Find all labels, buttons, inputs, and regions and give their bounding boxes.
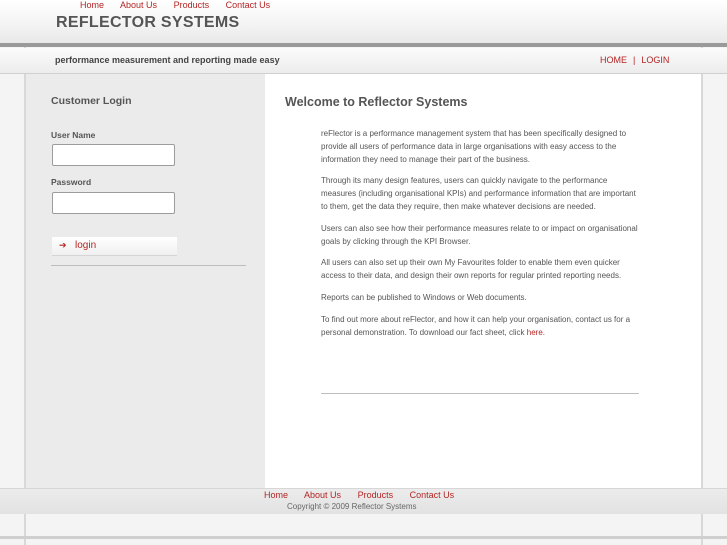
top-nav-products[interactable]: Products <box>174 0 210 10</box>
paragraph-design-features: Through its many design features, users … <box>321 176 636 211</box>
login-button-label: login <box>75 240 97 251</box>
header-divider-bar <box>0 43 727 47</box>
username-input[interactable] <box>52 144 175 166</box>
paragraph-reports: Reports can be published to Windows or W… <box>321 292 527 302</box>
footer-nav-home[interactable]: Home <box>264 490 288 500</box>
paragraph-contact-suffix: . <box>542 327 546 337</box>
login-button[interactable]: ➔ login <box>52 237 177 256</box>
sidebar-divider <box>51 265 246 266</box>
utility-nav: HOME | LOGIN <box>600 55 669 65</box>
footer-nav: Home About Us Products Contact Us <box>264 490 468 500</box>
footer-nav-products[interactable]: Products <box>358 490 394 500</box>
main-content: Welcome to Reflector Systems reFlector i… <box>265 74 701 488</box>
top-nav-home[interactable]: Home <box>80 0 104 10</box>
top-nav: Home About Us Products Contact Us <box>80 0 284 10</box>
footer-nav-about[interactable]: About Us <box>304 490 341 500</box>
utility-nav-home[interactable]: HOME <box>600 55 627 65</box>
bottom-band <box>0 536 727 539</box>
fact-sheet-link[interactable]: here <box>527 328 543 337</box>
page-title: Welcome to Reflector Systems <box>285 95 468 109</box>
paragraph-contact: To find out more about reFlector, and ho… <box>321 314 641 340</box>
site-footer: Home About Us Products Contact Us Copyri… <box>0 488 727 514</box>
utility-nav-separator: | <box>633 55 636 65</box>
site-header: Home About Us Products Contact Us REFLEC… <box>0 0 727 46</box>
password-input[interactable] <box>52 192 175 214</box>
copyright-text: Copyright © 2009 Reflector Systems <box>287 502 417 511</box>
paragraph-favourites: All users can also set up their own My F… <box>321 258 622 281</box>
utility-nav-login[interactable]: LOGIN <box>641 55 669 65</box>
paragraph-contact-text: To find out more about reFlector, and ho… <box>321 314 631 337</box>
password-label: Password <box>51 177 92 187</box>
footer-nav-contact[interactable]: Contact Us <box>410 490 455 500</box>
login-heading: Customer Login <box>51 95 132 107</box>
login-sidebar: Customer Login User Name Password ➔ logi… <box>26 74 265 488</box>
page-frame-right <box>701 0 703 545</box>
username-label: User Name <box>51 130 96 140</box>
content-divider <box>321 393 639 394</box>
paragraph-kpi-browser: Users can also see how their performance… <box>321 223 638 246</box>
top-nav-about[interactable]: About Us <box>120 0 157 10</box>
site-logo-text: REFLECTOR SYSTEMS <box>56 14 240 31</box>
tagline: performance measurement and reporting ma… <box>55 55 280 65</box>
intro-text: reFlector is a performance management sy… <box>321 128 641 348</box>
tagline-bar: performance measurement and reporting ma… <box>0 48 727 74</box>
arrow-right-icon: ➔ <box>59 240 67 250</box>
top-nav-contact[interactable]: Contact Us <box>226 0 271 10</box>
paragraph-intro: reFlector is a performance management sy… <box>321 129 627 164</box>
